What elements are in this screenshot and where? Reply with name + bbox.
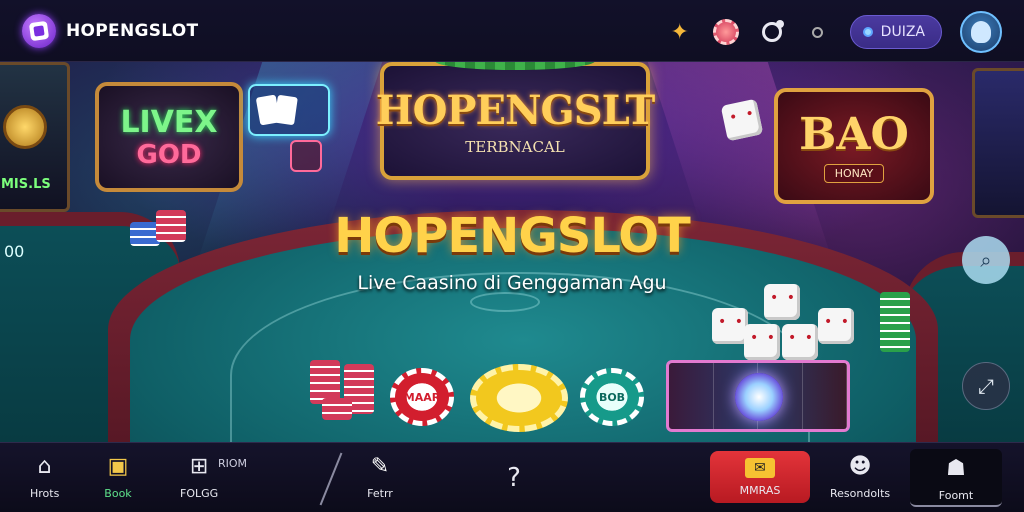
ticket-icon: ✉ — [745, 457, 775, 478]
avatar[interactable] — [960, 11, 1002, 53]
avatar-icon — [971, 21, 991, 43]
die — [782, 324, 818, 360]
nav-item-resondolts[interactable]: ☻ Resondolts — [830, 453, 891, 501]
nav-item-fetrr[interactable]: ✎ Fetrr — [366, 453, 394, 501]
neon-box-icon — [290, 140, 322, 172]
nav-label: Foomt — [938, 489, 974, 502]
star-icon[interactable]: ✦ — [666, 18, 694, 46]
felt-oval — [470, 292, 540, 312]
map-icon: ⊞ — [189, 453, 209, 479]
die — [744, 324, 780, 360]
chip-stack — [880, 292, 910, 352]
nav-label: Fetrr — [367, 487, 393, 500]
pill-label: DUIZA — [880, 24, 925, 40]
live-god-sign: LIVEX GOD — [95, 82, 243, 192]
chip-stack — [156, 210, 186, 242]
die — [712, 308, 748, 344]
search-button[interactable]: ⌕ — [962, 236, 1010, 284]
main-sign-title: HOPENGSLT — [375, 86, 655, 134]
left-screen-label: MIS.LS — [1, 177, 51, 192]
search-icon: ⌕ — [980, 248, 992, 272]
nav-item-foomt[interactable]: ☗ Foomt — [910, 449, 1002, 507]
person-icon: ☻ — [848, 453, 872, 479]
live-sign-line2: GOD — [136, 139, 202, 170]
flair-icon: ✎ — [370, 453, 390, 479]
left-screen: MIS.LS — [0, 62, 70, 212]
balance-pill-button[interactable]: DUIZA — [849, 15, 942, 49]
logo-icon[interactable] — [22, 13, 56, 48]
die — [764, 284, 800, 320]
red-chip: MAAR — [390, 368, 454, 426]
brand-name[interactable]: HOPENGSLOT — [66, 21, 198, 41]
nav-item-book[interactable]: ▣ Book — [104, 453, 132, 501]
home-icon: ⌂ — [37, 453, 52, 479]
right-screen — [972, 68, 1024, 218]
help-icon: ? — [507, 463, 521, 493]
chip-stack — [322, 398, 352, 420]
nav-item-mmras[interactable]: ✉ MMRAS — [710, 451, 810, 503]
leaf-decoration — [435, 62, 595, 70]
bao-sign-subtitle: HONAY — [823, 164, 885, 183]
nav-item-folgg[interactable]: ⊞ FOLGG — [180, 453, 219, 501]
book-icon: ▣ — [107, 453, 129, 479]
cards-neon-icon — [248, 84, 330, 136]
nav-item-home[interactable]: ⌂ Hrots — [30, 453, 60, 501]
yellow-chip — [470, 364, 568, 432]
game-icon: ☗ — [946, 455, 966, 481]
expand-button[interactable]: ⤢ — [962, 362, 1010, 410]
nav-label: FOLGG — [180, 487, 219, 500]
hero-subtitle: Live Caasino di Genggaman Agu — [357, 272, 667, 294]
orb-icon — [735, 373, 783, 421]
top-bar: HOPENGSLOT ✦ DUIZA — [0, 0, 1024, 62]
bottom-nav: ⌂ Hrots ▣ Book ⊞ FOLGG RIOM ✎ Fetrr ? ✉ … — [0, 442, 1024, 512]
chip-icon[interactable] — [712, 18, 740, 46]
nav-label: MMRAS — [739, 483, 781, 497]
top-actions: ✦ DUIZA — [666, 11, 1002, 53]
die — [720, 98, 764, 142]
divider — [319, 452, 343, 506]
extra-label: RIOM — [218, 457, 248, 470]
nav-item-help[interactable]: ? — [500, 463, 528, 499]
expand-icon: ⤢ — [978, 374, 994, 398]
ring-icon[interactable] — [758, 18, 786, 46]
wheel-icon — [3, 105, 47, 149]
slot-game-panel[interactable] — [666, 360, 850, 432]
pill-dot-icon — [862, 27, 873, 37]
bao-sign: BAO HONAY — [774, 88, 934, 204]
hero-banner[interactable]: 00 MIS.LS LIVEX GOD HOPENGSLT TERBNACAL … — [0, 62, 1024, 442]
bao-sign-title: BAO — [799, 109, 909, 160]
live-sign-line1: LIVEX — [120, 104, 218, 140]
nav-label: Book — [104, 487, 132, 500]
nav-label: Resondolts — [830, 487, 891, 500]
dot-icon[interactable] — [804, 18, 832, 46]
nav-label: Hrots — [30, 487, 60, 500]
main-sign: HOPENGSLT TERBNACAL — [376, 62, 655, 180]
die — [818, 308, 854, 344]
main-sign-subtitle: TERBNACAL — [465, 137, 565, 156]
teal-chip: BOB — [580, 368, 644, 426]
